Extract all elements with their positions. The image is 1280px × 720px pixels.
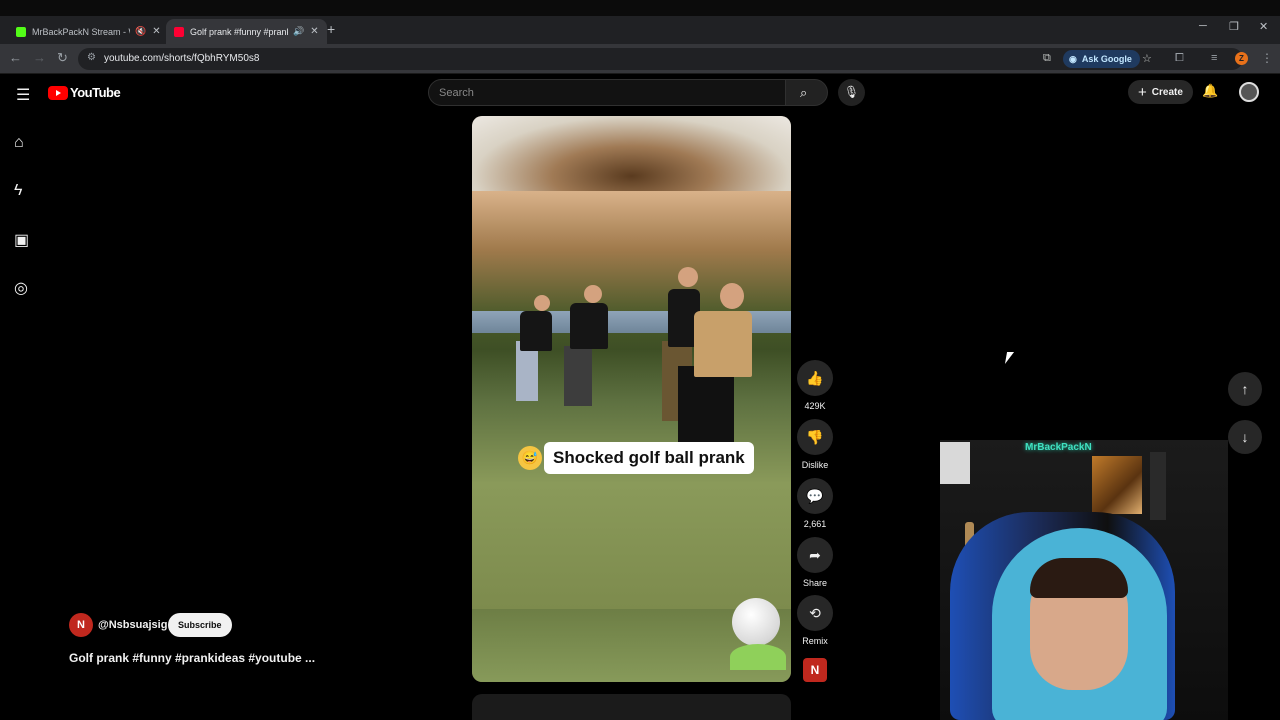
create-button[interactable]: + Create	[1128, 80, 1193, 104]
forward-arrow-icon[interactable]: →	[33, 50, 46, 65]
youtube-favicon-icon	[174, 26, 184, 37]
channel-sound-thumbnail[interactable]: N	[803, 658, 827, 682]
laughing-emoji-icon: 😅	[518, 446, 542, 470]
screen: MrBackPackN Stream - Wa 🔇 ✕ Golf prank #…	[0, 0, 1280, 720]
minimize-icon[interactable]: ─	[1199, 20, 1207, 32]
plus-icon: +	[1138, 83, 1147, 101]
title-strip	[0, 0, 1280, 16]
subscriptions-icon[interactable]: ▣	[14, 230, 29, 250]
subscribe-button[interactable]: Subscribe	[168, 613, 232, 637]
youtube-wordmark: YouTube	[70, 85, 121, 100]
comments-button[interactable]: 💬 2,661	[797, 478, 833, 529]
search-placeholder: Search	[439, 87, 474, 99]
account-avatar[interactable]	[1239, 82, 1259, 102]
tiger-poster	[1092, 456, 1142, 514]
share-button[interactable]: ➦ Share	[797, 537, 833, 588]
golf-ball-sticker	[732, 598, 780, 646]
golfer-4-vest	[694, 311, 752, 377]
streamer-hair	[1030, 558, 1128, 598]
share-arrow-icon: ➦	[797, 537, 833, 573]
window-close-icon[interactable]: ✕	[1259, 20, 1268, 33]
channel-avatar[interactable]: N	[69, 613, 93, 637]
like-button[interactable]: 👍 429K	[797, 360, 833, 411]
install-app-icon[interactable]: ⧉	[1043, 52, 1051, 65]
youtube-logo[interactable]: YouTube	[48, 85, 121, 100]
share-label: Share	[802, 578, 828, 588]
golfer-head	[584, 285, 602, 303]
ask-google-label: Ask Google	[1081, 54, 1132, 64]
media-controls-icon[interactable]: ≡	[1211, 52, 1217, 64]
remix-label: Remix	[802, 636, 828, 646]
golfer-2	[570, 303, 608, 349]
grass-sticker	[730, 644, 786, 670]
video-frame	[472, 191, 791, 609]
address-bar[interactable]: ⚙ youtube.com/shorts/fQbhRYM50s8 ⧉ ◉ Ask…	[78, 48, 1243, 70]
golfer-head	[534, 295, 550, 311]
browser-toolbar: ← → ↻ ⚙ youtube.com/shorts/fQbhRYM50s8 ⧉…	[0, 44, 1280, 74]
tab-youtube[interactable]: Golf prank #funny #prankid 🔊 ✕	[166, 19, 327, 44]
muted-speaker-icon[interactable]: 🔇	[135, 26, 146, 37]
dislike-button[interactable]: 👎 Dislike	[797, 419, 833, 470]
previous-short-arrow-up-icon[interactable]: ↑	[1228, 372, 1262, 406]
golfer-1	[520, 311, 552, 351]
reload-icon[interactable]: ↻	[57, 50, 68, 66]
shorts-icon[interactable]: ϟ	[14, 182, 22, 200]
home-icon[interactable]: ⌂	[14, 134, 24, 152]
comment-icon: 💬	[797, 478, 833, 514]
wall-poster	[1150, 452, 1166, 520]
tab-close-icon[interactable]: ✕	[152, 26, 160, 37]
url-text[interactable]: youtube.com/shorts/fQbhRYM50s8	[104, 53, 259, 64]
speaker-icon[interactable]: 🔊	[293, 26, 304, 37]
ask-google-button[interactable]: ◉ Ask Google	[1063, 50, 1140, 68]
thumbs-up-icon: 👍	[797, 360, 833, 396]
profile-avatar[interactable]: Z	[1235, 52, 1248, 65]
video-title[interactable]: Golf prank #funny #prankideas #youtube .…	[69, 651, 315, 665]
remix-icon: ⟲	[797, 595, 833, 631]
video-caption: Shocked golf ball prank	[544, 442, 754, 474]
golfer-legs	[564, 346, 592, 406]
notifications-bell-icon[interactable]: 🔔	[1202, 83, 1218, 99]
neon-sign: MrBackPackN	[1025, 442, 1092, 453]
voice-search-mic-icon[interactable]: 🎙	[838, 79, 865, 106]
you-icon[interactable]: ◎	[14, 278, 28, 298]
remix-button[interactable]: ⟲ Remix	[797, 595, 833, 646]
youtube-play-icon	[48, 85, 68, 100]
golfer-head	[678, 267, 698, 287]
next-short-arrow-down-icon[interactable]: ↓	[1228, 420, 1262, 454]
new-tab-plus-icon[interactable]: +	[327, 21, 335, 37]
thumbs-down-icon: 👎	[797, 419, 833, 455]
tab-title: MrBackPackN Stream - Wa	[32, 26, 130, 37]
search-input[interactable]: Search	[428, 79, 786, 106]
lens-icon: ◉	[1069, 53, 1077, 64]
webcam-overlay: MrBackPackN	[940, 440, 1228, 720]
channel-handle[interactable]: @Nsbsuajsig	[98, 619, 167, 631]
video-blur-top	[472, 116, 791, 191]
search-button[interactable]: ⌕	[785, 79, 828, 106]
tab-stream[interactable]: MrBackPackN Stream - Wa 🔇 ✕	[8, 19, 169, 44]
mouse-cursor-icon	[1004, 352, 1015, 364]
back-arrow-icon[interactable]: ←	[9, 50, 22, 65]
hamburger-menu-icon[interactable]: ☰	[16, 85, 30, 105]
extensions-icon[interactable]: ⧠	[1175, 52, 1184, 65]
site-info-icon[interactable]: ⚙	[87, 52, 96, 63]
kick-favicon-icon	[16, 26, 26, 37]
chrome-menu-icon[interactable]: ⋮	[1261, 51, 1273, 65]
golfer-head	[720, 283, 744, 309]
wall-card	[940, 442, 970, 484]
short-video-player[interactable]: 😅 Shocked golf ball prank	[472, 116, 791, 682]
maximize-icon[interactable]: ❐	[1229, 20, 1239, 33]
bookmark-star-icon[interactable]: ☆	[1142, 52, 1152, 65]
search-icon: ⌕	[800, 85, 808, 100]
create-label: Create	[1151, 86, 1183, 98]
tab-title: Golf prank #funny #prankid	[190, 26, 288, 37]
tab-close-icon[interactable]: ✕	[310, 26, 318, 37]
dislike-label: Dislike	[801, 460, 829, 470]
comment-count: 2,661	[803, 519, 827, 529]
next-short-preview[interactable]	[472, 694, 791, 720]
like-count: 429K	[804, 401, 826, 411]
